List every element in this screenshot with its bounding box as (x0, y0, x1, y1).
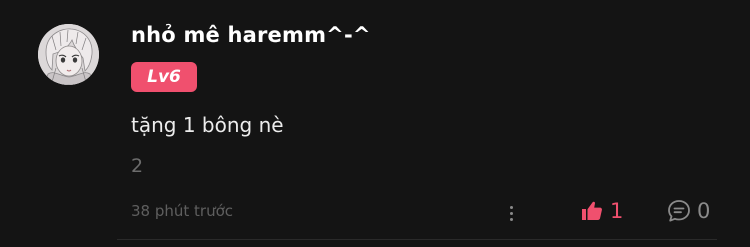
like-count: 1 (610, 199, 624, 223)
reply-button-count: 0 (697, 199, 711, 223)
username[interactable]: nhỏ mê haremm^-^ (131, 23, 371, 47)
reply-button[interactable]: 0 (666, 198, 710, 224)
thumbs-up-icon (582, 201, 602, 220)
avatar[interactable] (38, 24, 99, 85)
reply-count[interactable]: 2 (131, 155, 143, 177)
timestamp: 38 phút trước (131, 202, 234, 220)
comment-text: tặng 1 bông nè (131, 113, 284, 137)
level-badge: Lv6 (131, 62, 197, 92)
more-vertical-icon (510, 206, 513, 209)
like-button[interactable]: 1 (580, 198, 623, 224)
more-options-button[interactable] (502, 202, 520, 224)
speech-bubble-icon (668, 200, 690, 222)
avatar-image (38, 24, 99, 85)
divider (117, 239, 717, 240)
comment-item: nhỏ mê haremm^-^ Lv6 tặng 1 bông nè 2 38… (0, 0, 750, 247)
